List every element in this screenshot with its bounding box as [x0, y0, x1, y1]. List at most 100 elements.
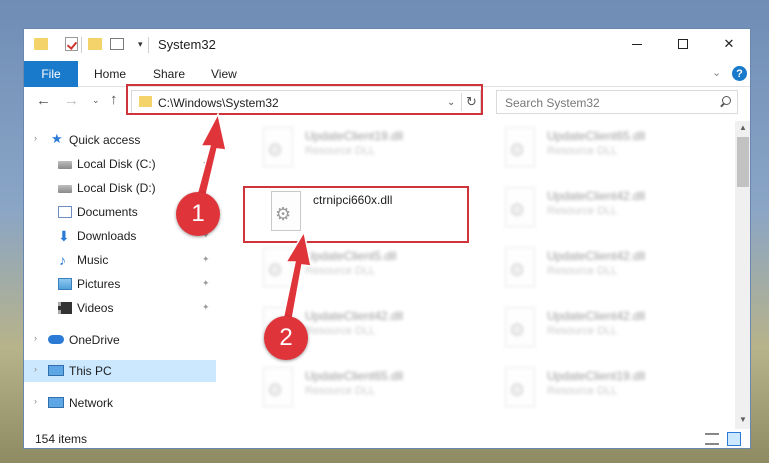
- vertical-scrollbar[interactable]: ▲ ▼: [735, 121, 750, 429]
- tab-view[interactable]: View: [211, 67, 237, 81]
- sidebar-item-label: Downloads: [77, 229, 137, 243]
- file-item[interactable]: UpdateClient19.dll Resource DLL: [505, 367, 725, 413]
- large-icons-view-icon[interactable]: [727, 432, 741, 446]
- close-icon: ✕: [723, 36, 735, 51]
- pin-icon[interactable]: ✦: [202, 302, 210, 313]
- sidebar-item-label: Quick access: [69, 133, 141, 147]
- scroll-up-icon[interactable]: ▲: [739, 123, 747, 132]
- sidebar-item-network[interactable]: › Network: [24, 392, 216, 414]
- dll-file-icon: [505, 127, 535, 167]
- expand-chevron-icon[interactable]: ›: [34, 333, 37, 343]
- sidebar-item-this-pc[interactable]: › This PC: [24, 360, 216, 382]
- cloud-icon: [48, 335, 64, 344]
- file-name: UpdateClient42.dll: [547, 189, 646, 203]
- window-title: System32: [158, 37, 216, 52]
- file-item[interactable]: UpdateClient42.dll Resource DLL: [505, 247, 725, 293]
- file-type: Resource DLL: [547, 265, 618, 277]
- dll-file-icon: [505, 307, 535, 347]
- file-type: Resource DLL: [547, 145, 618, 157]
- download-icon: ⬇: [58, 228, 70, 244]
- star-icon: ★: [51, 131, 63, 146]
- up-arrow-icon[interactable]: ↑: [110, 91, 118, 108]
- sidebar-item-label: This PC: [69, 364, 112, 378]
- file-item[interactable]: UpdateClient5.dll Resource DLL: [263, 247, 483, 293]
- sidebar-item-local-disk-c[interactable]: Local Disk (C:) ✦: [24, 153, 216, 175]
- step-2-badge: 2: [264, 316, 308, 360]
- file-name: UpdateClient19.dll: [547, 369, 646, 383]
- sidebar-item-label: Local Disk (C:): [77, 157, 156, 171]
- forward-arrow-icon[interactable]: →: [64, 92, 79, 109]
- pin-icon[interactable]: ✦: [202, 182, 210, 193]
- maximize-icon: [678, 39, 688, 49]
- file-item-ctrnipci660x[interactable]: ctrnipci660x.dll: [271, 191, 491, 237]
- ribbon-expand-chevron-icon[interactable]: ⌄: [712, 66, 721, 79]
- new-folder-icon[interactable]: [88, 38, 102, 50]
- status-bar: 154 items: [24, 429, 750, 448]
- tab-home[interactable]: Home: [94, 67, 126, 81]
- file-item[interactable]: UpdateClient19.dll Resource DLL: [263, 127, 483, 173]
- pin-icon[interactable]: ✦: [202, 254, 210, 265]
- properties-check-icon[interactable]: [65, 37, 78, 51]
- recent-locations-chevron-icon[interactable]: ⌄: [92, 95, 100, 106]
- file-type: Resource DLL: [305, 385, 376, 397]
- dll-file-icon: [505, 367, 535, 407]
- file-name: UpdateClient65.dll: [305, 369, 404, 383]
- minimize-button[interactable]: [614, 29, 660, 59]
- disk-icon: [58, 161, 72, 169]
- address-highlight-frame: [126, 84, 483, 115]
- music-icon: ♪: [59, 252, 66, 268]
- file-name: ctrnipci660x.dll: [313, 193, 393, 207]
- file-type: Resource DLL: [305, 145, 376, 157]
- search-icon[interactable]: [719, 95, 731, 109]
- documents-icon: [58, 206, 72, 218]
- scroll-down-icon[interactable]: ▼: [739, 415, 747, 424]
- dll-file-icon: [271, 191, 301, 231]
- scroll-thumb[interactable]: [737, 137, 749, 187]
- pin-icon[interactable]: ✦: [202, 278, 210, 289]
- file-item[interactable]: UpdateClient65.dll Resource DLL: [263, 367, 483, 413]
- file-name: UpdateClient5.dll: [305, 249, 397, 263]
- sidebar-item-onedrive[interactable]: › OneDrive: [24, 329, 216, 351]
- file-list: UpdateClient19.dll Resource DLL UpdateCl…: [219, 121, 735, 429]
- file-type: Resource DLL: [305, 265, 376, 277]
- file-item[interactable]: UpdateClient42.dll Resource DLL: [505, 187, 725, 233]
- quick-access-dropdown-icon[interactable]: ▾: [138, 39, 143, 50]
- file-name: UpdateClient42.dll: [547, 249, 646, 263]
- expand-chevron-icon[interactable]: ›: [34, 364, 37, 374]
- sidebar-item-videos[interactable]: Videos ✦: [24, 297, 216, 319]
- minimize-icon: [632, 43, 642, 45]
- file-item[interactable]: UpdateClient65.dll Resource DLL: [505, 127, 725, 173]
- sidebar-item-music[interactable]: ♪ Music ✦: [24, 249, 216, 271]
- videos-icon: [58, 302, 72, 314]
- item-count: 154 items: [35, 432, 88, 446]
- close-button[interactable]: ✕: [706, 29, 750, 59]
- sidebar-item-label: Documents: [77, 205, 138, 219]
- sidebar-item-pictures[interactable]: Pictures ✦: [24, 273, 216, 295]
- expand-chevron-icon[interactable]: ›: [34, 133, 37, 143]
- file-type: Resource DLL: [547, 325, 618, 337]
- tab-share[interactable]: Share: [153, 67, 185, 81]
- back-arrow-icon[interactable]: ←: [36, 92, 51, 109]
- search-input[interactable]: Search System32: [496, 90, 738, 114]
- quick-access-properties-icon[interactable]: [110, 38, 124, 50]
- sidebar-item-quick-access[interactable]: › ★ Quick access: [24, 129, 216, 151]
- dll-file-icon: [263, 247, 293, 287]
- file-name: UpdateClient42.dll: [305, 309, 404, 323]
- dll-file-icon: [263, 367, 293, 407]
- title-separator: [148, 37, 149, 53]
- disk-icon: [58, 185, 72, 193]
- maximize-button[interactable]: [660, 29, 706, 59]
- help-icon[interactable]: ?: [732, 66, 747, 81]
- file-item[interactable]: UpdateClient42.dll Resource DLL: [505, 307, 725, 353]
- details-view-icon[interactable]: [705, 433, 719, 445]
- sidebar-item-label: Network: [69, 396, 114, 410]
- file-type: Resource DLL: [547, 385, 618, 397]
- file-name: UpdateClient19.dll: [305, 129, 404, 143]
- dll-file-icon: [505, 187, 535, 227]
- network-icon: [48, 397, 64, 408]
- folder-icon: [34, 38, 48, 50]
- pin-icon[interactable]: ✦: [202, 158, 210, 169]
- expand-chevron-icon[interactable]: ›: [34, 396, 37, 406]
- pc-icon: [48, 365, 64, 376]
- tab-file[interactable]: File: [24, 61, 78, 87]
